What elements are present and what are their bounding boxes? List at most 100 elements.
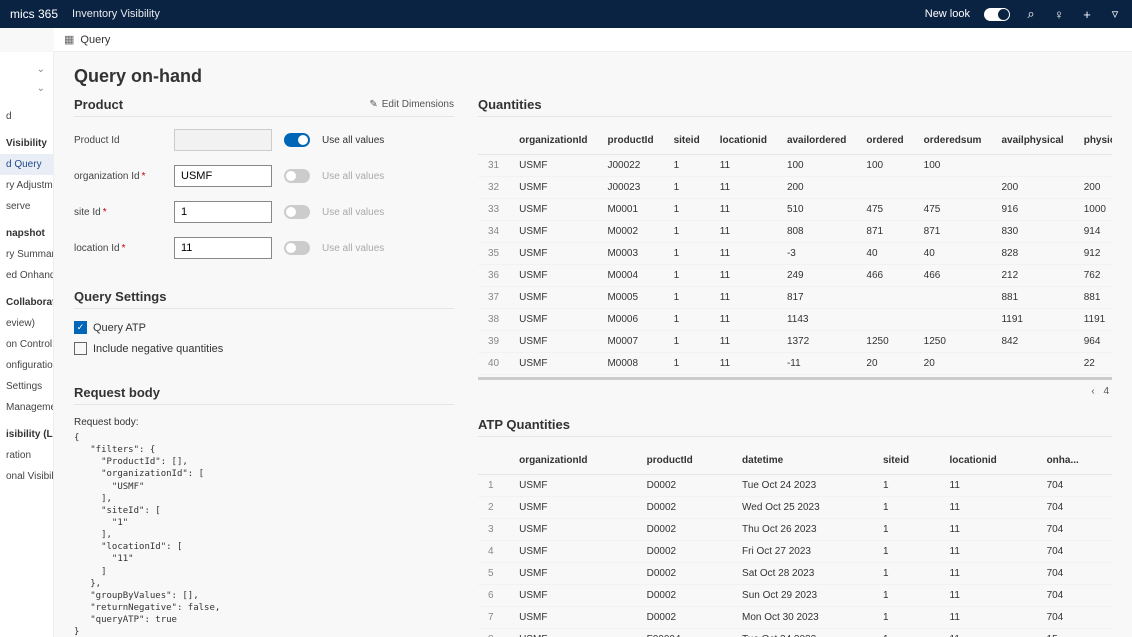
idea-icon[interactable]: ♀ xyxy=(1052,7,1066,21)
table-cell: 704 xyxy=(1037,519,1112,541)
table-cell: 200 xyxy=(991,177,1073,199)
table-cell: 466 xyxy=(914,265,992,287)
table-cell: D0002 xyxy=(637,519,732,541)
column-header[interactable]: ordered xyxy=(856,129,913,155)
table-row[interactable]: 8USMFF00004Tue Oct 24 202311115 xyxy=(478,629,1112,637)
table-cell: 1 xyxy=(664,243,710,265)
sidebar-item[interactable]: d xyxy=(0,106,53,127)
sidebar-item[interactable]: onal Visibility xyxy=(0,466,53,487)
pager-page[interactable]: 4 xyxy=(1100,386,1112,397)
table-cell: USMF xyxy=(509,265,597,287)
chevron-down-icon[interactable]: ⌄ xyxy=(0,79,53,98)
table-row[interactable]: 31USMFJ00022111100100100 xyxy=(478,155,1112,177)
sidebar-item[interactable]: ed Onhand xyxy=(0,265,53,286)
table-row[interactable]: 40USMFM0008111-11202022-144000 xyxy=(478,353,1112,375)
sidebar-item[interactable]: serve xyxy=(0,196,53,217)
table-cell: 15 xyxy=(1037,629,1112,637)
query-atp-checkbox[interactable]: ✓ xyxy=(74,321,87,334)
column-header[interactable]: siteid xyxy=(873,449,940,475)
breadcrumb-label[interactable]: Query xyxy=(80,34,110,46)
sidebar-item[interactable]: onfiguration xyxy=(0,355,53,376)
column-header[interactable]: availphysical xyxy=(991,129,1073,155)
product-id-all-toggle[interactable] xyxy=(284,133,310,147)
table-cell: USMF xyxy=(509,177,597,199)
top-bar: mics 365 Inventory Visibility New look ⌕… xyxy=(0,0,1132,28)
column-header[interactable]: onha... xyxy=(1037,449,1112,475)
include-negative-checkbox[interactable] xyxy=(74,342,87,355)
table-row[interactable]: 6USMFD0002Sun Oct 29 2023111704 xyxy=(478,585,1112,607)
table-row[interactable]: 1USMFD0002Tue Oct 24 2023111704 xyxy=(478,475,1112,497)
column-header[interactable]: productId xyxy=(597,129,663,155)
table-cell: M0006 xyxy=(597,309,663,331)
column-header[interactable]: availordered xyxy=(777,129,856,155)
table-row[interactable]: 7USMFD0002Mon Oct 30 2023111704 xyxy=(478,607,1112,629)
org-id-input[interactable] xyxy=(174,165,272,187)
sidebar-item[interactable]: eview) xyxy=(0,313,53,334)
table-cell xyxy=(856,177,913,199)
table-row[interactable]: 3USMFD0002Thu Oct 26 2023111704 xyxy=(478,519,1112,541)
sidebar-item[interactable]: on Control xyxy=(0,334,53,355)
table-cell: 249 xyxy=(777,265,856,287)
table-cell: 842 xyxy=(991,331,1073,353)
table-cell xyxy=(914,177,992,199)
site-id-all-label: Use all values xyxy=(322,207,384,218)
table-cell: 40 xyxy=(914,243,992,265)
table-row[interactable]: 34USMFM0002111808871871830914512000 xyxy=(478,221,1112,243)
add-icon[interactable]: + xyxy=(1080,7,1094,21)
product-id-label: Product Id xyxy=(74,135,162,146)
sidebar: ⌄ ⌄ dVisibilityd Queryry Adjustmentserve… xyxy=(0,52,54,637)
sidebar-item[interactable]: ry Adjustment xyxy=(0,175,53,196)
column-header[interactable]: orderedsum xyxy=(914,129,992,155)
table-cell: 1 xyxy=(873,475,940,497)
table-row[interactable]: 39USMFM0007111137212501250842964911000 xyxy=(478,331,1112,353)
table-cell xyxy=(914,309,992,331)
site-id-all-toggle[interactable] xyxy=(284,205,310,219)
column-header[interactable]: physicalinvent xyxy=(1074,129,1112,155)
chevron-down-icon[interactable]: ⌄ xyxy=(0,60,53,79)
column-header[interactable]: productId xyxy=(637,449,732,475)
table-row[interactable]: 2USMFD0002Wed Oct 25 2023111704 xyxy=(478,497,1112,519)
table-cell: USMF xyxy=(509,629,637,637)
column-header[interactable]: locationid xyxy=(710,129,777,155)
table-cell: -11 xyxy=(777,353,856,375)
sidebar-item[interactable]: d Query xyxy=(0,154,53,175)
table-row[interactable]: 37USMFM0005111817881881881000 xyxy=(478,287,1112,309)
table-cell: J00022 xyxy=(597,155,663,177)
filter-icon[interactable]: ▿ xyxy=(1108,7,1122,21)
location-id-input[interactable] xyxy=(174,237,272,259)
table-row[interactable]: 4USMFD0002Fri Oct 27 2023111704 xyxy=(478,541,1112,563)
column-header[interactable]: datetime xyxy=(732,449,873,475)
sidebar-item[interactable]: ry Summary xyxy=(0,244,53,265)
table-cell: USMF xyxy=(509,353,597,375)
search-icon[interactable]: ⌕ xyxy=(1024,7,1038,21)
location-id-all-toggle[interactable] xyxy=(284,241,310,255)
sidebar-item[interactable]: Settings xyxy=(0,376,53,397)
table-cell: 762 xyxy=(1074,265,1112,287)
table-row[interactable]: 33USMFM00011115104754759161000-243000 xyxy=(478,199,1112,221)
quantities-pager[interactable]: ‹ 4 xyxy=(478,380,1112,403)
table-cell: USMF xyxy=(509,309,597,331)
table-cell: J00023 xyxy=(597,177,663,199)
table-row[interactable]: 36USMFM0004111249466466212762-364000 xyxy=(478,265,1112,287)
edit-dimensions-link[interactable]: ✎ Edit Dimensions xyxy=(369,99,454,110)
table-cell: 1191 xyxy=(991,309,1073,331)
table-row[interactable]: 5USMFD0002Sat Oct 28 2023111704 xyxy=(478,563,1112,585)
table-cell: 1 xyxy=(873,563,940,585)
table-row[interactable]: 35USMFM0003111-34040828912515000 xyxy=(478,243,1112,265)
table-cell: 1 xyxy=(873,519,940,541)
table-row[interactable]: 32USMFJ0002311120020020020000 xyxy=(478,177,1112,199)
table-cell: M0005 xyxy=(597,287,663,309)
column-header[interactable]: siteid xyxy=(664,129,710,155)
column-header[interactable]: organizationId xyxy=(509,129,597,155)
site-id-input[interactable] xyxy=(174,201,272,223)
table-cell: 11 xyxy=(940,585,1037,607)
sidebar-item[interactable]: Management xyxy=(0,397,53,418)
sidebar-item[interactable]: ration xyxy=(0,445,53,466)
pager-prev-icon[interactable]: ‹ xyxy=(1088,386,1097,397)
table-cell: 11 xyxy=(710,243,777,265)
table-row[interactable]: 38USMFM00061111143119111911191000 xyxy=(478,309,1112,331)
column-header[interactable]: locationid xyxy=(940,449,1037,475)
new-look-toggle[interactable] xyxy=(984,8,1010,21)
column-header[interactable]: organizationId xyxy=(509,449,637,475)
org-id-all-toggle[interactable] xyxy=(284,169,310,183)
